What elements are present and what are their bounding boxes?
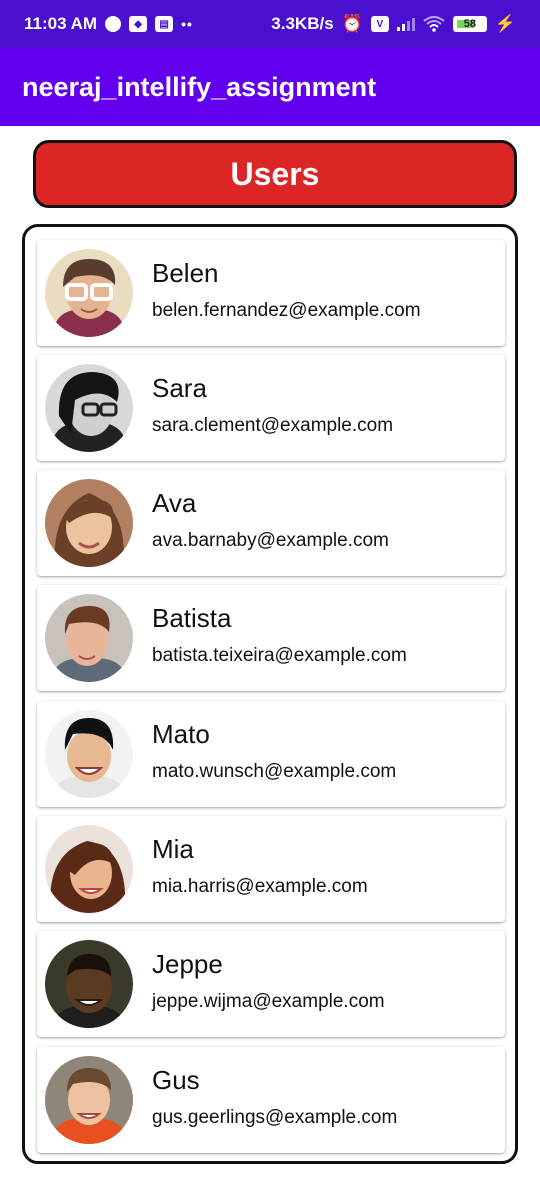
volte-icon: V: [370, 16, 389, 32]
users-banner: Users: [33, 140, 517, 208]
user-email: jeppe.wijma@example.com: [152, 991, 385, 1012]
network-speed: 3.3KB/s: [271, 14, 334, 33]
app-bar: neeraj_intellify_assignment: [0, 48, 540, 126]
data-saver-icon: [105, 16, 122, 32]
user-list[interactable]: Belen belen.fernandez@example.com Sara s…: [22, 224, 518, 1164]
users-banner-label: Users: [230, 155, 320, 192]
user-name: Sara: [152, 373, 207, 403]
user-card[interactable]: Jeppe jeppe.wijma@example.com: [37, 931, 505, 1037]
user-name: Jeppe: [152, 949, 223, 979]
user-card[interactable]: Belen belen.fernandez@example.com: [37, 240, 505, 346]
user-card[interactable]: Mato mato.wunsch@example.com: [37, 701, 505, 807]
avatar: [45, 940, 133, 1028]
wifi-icon: [423, 16, 445, 32]
user-name: Mato: [152, 719, 210, 749]
user-email: batista.teixeira@example.com: [152, 645, 407, 666]
user-card[interactable]: Mia mia.harris@example.com: [37, 816, 505, 922]
user-email: ava.barnaby@example.com: [152, 530, 389, 551]
clock: 11:03 AM: [24, 14, 98, 33]
avatar: [45, 364, 133, 452]
status-bar: 11:03 AM ◆ ▤ •• 3.3KB/s ⏰ V 58 ⚡: [0, 0, 540, 48]
notification-icon: ◆: [129, 16, 148, 32]
avatar: [45, 1056, 133, 1144]
user-name: Ava: [152, 488, 197, 518]
user-name: Gus: [152, 1065, 200, 1095]
battery-level: 58: [463, 18, 476, 30]
user-email: sara.clement@example.com: [152, 415, 394, 436]
user-card[interactable]: Gus gus.geerlings@example.com: [37, 1047, 505, 1153]
more-dots-icon: ••: [181, 16, 193, 32]
alarm-icon: ⏰: [341, 14, 363, 33]
user-email: mato.wunsch@example.com: [152, 761, 397, 782]
avatar: [45, 710, 133, 798]
user-email: gus.geerlings@example.com: [152, 1107, 398, 1128]
user-card[interactable]: Batista batista.teixeira@example.com: [37, 585, 505, 691]
charging-icon: ⚡: [494, 14, 516, 33]
user-name: Mia: [152, 834, 194, 864]
user-card[interactable]: Ava ava.barnaby@example.com: [37, 470, 505, 576]
app-title: neeraj_intellify_assignment: [22, 71, 377, 102]
news-icon: ▤: [155, 16, 174, 32]
user-email: mia.harris@example.com: [152, 876, 368, 897]
user-name: Belen: [152, 258, 219, 288]
avatar: [45, 825, 133, 913]
avatar: [45, 249, 133, 337]
user-name: Batista: [152, 603, 232, 633]
user-email: belen.fernandez@example.com: [152, 300, 421, 321]
avatar: [45, 594, 133, 682]
signal-icon: [396, 18, 415, 31]
user-card[interactable]: Sara sara.clement@example.com: [37, 355, 505, 461]
battery-icon: 58: [452, 16, 487, 32]
avatar: [45, 479, 133, 567]
